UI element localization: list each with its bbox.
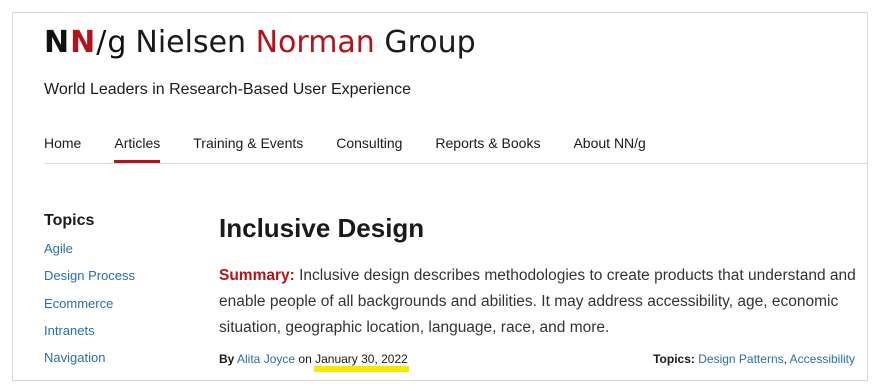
logo-mark-n2: N [70,25,97,60]
page-frame: NN/g Nielsen Norman Group World Leaders … [12,12,868,381]
sidebar-heading: Topics [44,212,95,229]
nav-item-training-events[interactable]: Training & Events [193,133,303,163]
logo-wordmark: Nielsen Norman Group [135,25,475,60]
sidebar-item-navigation[interactable]: Navigation [44,350,105,365]
logo-mark-g: g [107,25,128,60]
publish-date: January 30, 2022 [315,352,408,366]
site-logo[interactable]: NN/g Nielsen Norman Group [44,25,476,60]
topic-link-design-patterns[interactable]: Design Patterns [698,352,783,366]
nav-item-about[interactable]: About NN/g [573,133,645,163]
article-title: Inclusive Design [219,213,425,243]
author-link[interactable]: Alita Joyce [237,352,295,366]
summary-text: Inclusive design describes methodologies… [219,267,856,336]
site-tagline: World Leaders in Research-Based User Exp… [44,81,411,98]
topics-separator: , [783,352,787,366]
topics-label: Topics: [653,352,695,366]
sidebar-item-design-process[interactable]: Design Process [44,268,135,283]
logo-word-norman: Norman [255,25,375,60]
byline-on-label: on [298,352,312,366]
nav-item-articles[interactable]: Articles [114,133,160,163]
nav-item-home[interactable]: Home [44,133,81,163]
logo-word-nielsen: Nielsen [135,25,247,60]
sidebar-item-agile[interactable]: Agile [44,241,73,256]
topic-link-accessibility[interactable]: Accessibility [790,352,855,366]
article-summary: Summary: Inclusive design describes meth… [219,263,859,341]
sidebar-item-intranets[interactable]: Intranets [44,323,95,338]
logo-mark: NN/g [44,25,127,60]
nav-item-reports-books[interactable]: Reports & Books [435,133,540,163]
article-topics: Topics: Design Patterns, Accessibility [653,352,855,366]
logo-mark-slash: / [96,25,108,60]
byline-by-label: By [219,352,235,366]
logo-mark-n1: N [44,25,71,60]
nav-divider [44,163,867,164]
article-byline: By Alita Joyce on January 30, 2022 [219,352,408,366]
summary-label: Summary: [219,267,295,284]
nav-item-consulting[interactable]: Consulting [336,133,402,163]
logo-word-group: Group [384,25,476,60]
sidebar-item-ecommerce[interactable]: Ecommerce [44,296,113,311]
main-nav: Home Articles Training & Events Consulti… [44,133,679,163]
